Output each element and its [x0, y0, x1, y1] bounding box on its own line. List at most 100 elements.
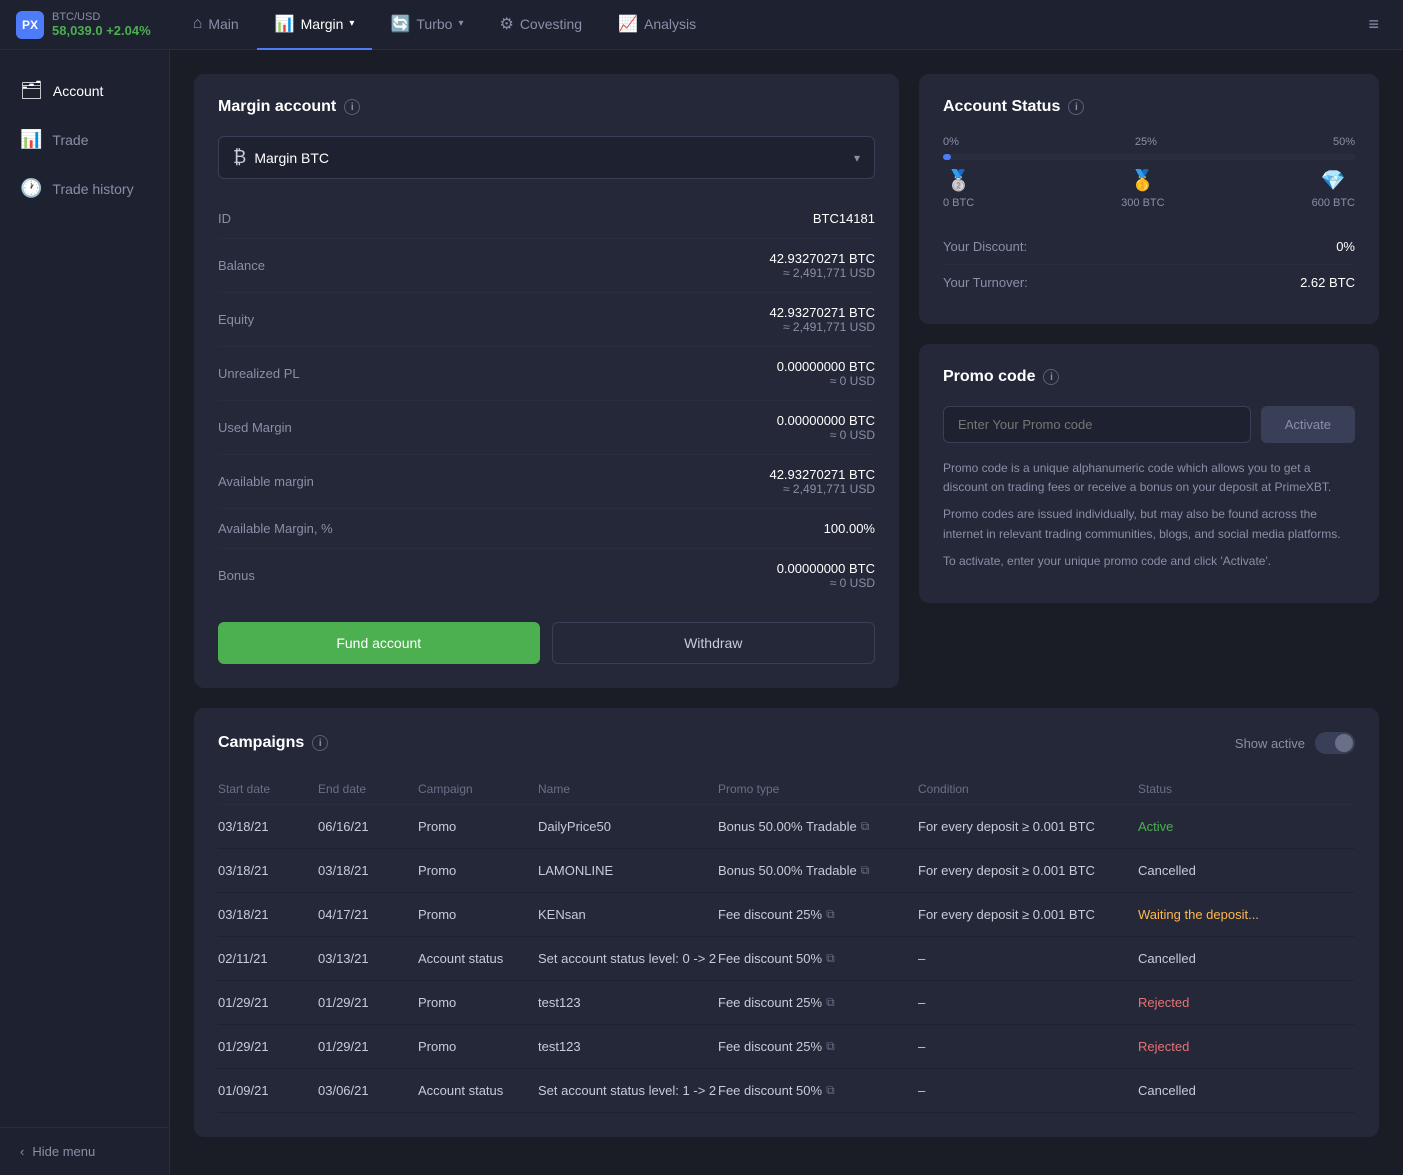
- status-bar-container: 0% 25% 50% 🥈 0 BTC: [943, 136, 1355, 209]
- col-promo-type: Promo type: [718, 782, 918, 796]
- nav-item-covesting[interactable]: ⚙ Covesting: [481, 0, 600, 50]
- cell-condition: For every deposit ≥ 0.001 BTC: [918, 907, 1138, 922]
- table-row[interactable]: 01/29/21 01/29/21 Promo test123 Fee disc…: [218, 981, 1355, 1025]
- top-row: Margin account i ₿ Margin BTC ▾ ID BTC14…: [194, 74, 1379, 688]
- cell-promo-type: Fee discount 25% ⧉: [718, 995, 918, 1010]
- account-action-buttons: Fund account Withdraw: [218, 622, 875, 664]
- external-link-icon[interactable]: ⧉: [861, 863, 870, 878]
- fund-account-button[interactable]: Fund account: [218, 622, 540, 664]
- nav-item-turbo[interactable]: 🔄 Turbo ▾: [372, 0, 481, 50]
- table-row[interactable]: 01/09/21 03/06/21 Account status Set acc…: [218, 1069, 1355, 1113]
- logo[interactable]: PX BTC/USD 58,039.0 +2.04%: [16, 11, 151, 39]
- status-bar-labels: 0% 25% 50%: [943, 136, 1355, 148]
- show-active-label: Show active: [1235, 736, 1305, 751]
- account-selector-dropdown[interactable]: ₿ Margin BTC ▾: [218, 136, 875, 179]
- selected-account: Margin BTC: [254, 150, 846, 166]
- promo-code-input[interactable]: [943, 406, 1251, 443]
- col-end-date: End date: [318, 782, 418, 796]
- field-value-used-margin-usd: ≈ 0 USD: [777, 428, 875, 442]
- external-link-icon[interactable]: ⧉: [861, 819, 870, 834]
- topnav: PX BTC/USD 58,039.0 +2.04% ⌂ Main 📊 Marg…: [0, 0, 1403, 50]
- nav-item-analysis[interactable]: 📈 Analysis: [600, 0, 714, 50]
- tier-0-icon: 🥈: [946, 168, 971, 193]
- turnover-label: Your Turnover:: [943, 275, 1028, 290]
- field-value-id: BTC14181: [813, 211, 875, 226]
- cell-condition: –: [918, 995, 1138, 1010]
- external-link-icon[interactable]: ⧉: [826, 1083, 835, 1098]
- cell-end-date: 01/29/21: [318, 1039, 418, 1054]
- promo-desc-3: To activate, enter your unique promo cod…: [943, 552, 1355, 571]
- field-label-balance: Balance: [218, 258, 265, 273]
- cell-campaign: Promo: [418, 863, 538, 878]
- account-status-info-icon[interactable]: i: [1068, 99, 1084, 115]
- withdraw-button[interactable]: Withdraw: [552, 622, 876, 664]
- cell-name: test123: [538, 1039, 718, 1054]
- cell-campaign: Account status: [418, 951, 538, 966]
- promo-code-info-icon[interactable]: i: [1043, 369, 1059, 385]
- cell-condition: –: [918, 1083, 1138, 1098]
- campaigns-title: Campaigns i: [218, 734, 328, 752]
- field-value-balance-btc: 42.93270271 BTC: [769, 251, 875, 266]
- tier-2-pct: 50%: [1333, 136, 1355, 148]
- cell-start-date: 01/29/21: [218, 1039, 318, 1054]
- account-fields: ID BTC14181 Balance 42.93270271 BTC ≈ 2,…: [218, 199, 875, 602]
- cell-end-date: 01/29/21: [318, 995, 418, 1010]
- nav-label-turbo: Turbo: [416, 16, 452, 32]
- chevron-left-icon: ‹: [20, 1144, 24, 1159]
- campaigns-table-body: 03/18/21 06/16/21 Promo DailyPrice50 Bon…: [218, 805, 1355, 1113]
- field-label-used-margin: Used Margin: [218, 420, 292, 435]
- cell-start-date: 03/18/21: [218, 819, 318, 834]
- margin-account-info-icon[interactable]: i: [344, 99, 360, 115]
- covesting-icon: ⚙: [499, 14, 513, 34]
- discount-label: Your Discount:: [943, 239, 1027, 254]
- tier-2-icon: 💎: [1321, 168, 1346, 193]
- tier-0-label: 0 BTC: [943, 197, 974, 209]
- cell-name: Set account status level: 1 -> 2: [538, 1083, 718, 1098]
- external-link-icon[interactable]: ⧉: [826, 1039, 835, 1054]
- turnover-row: Your Turnover: 2.62 BTC: [943, 265, 1355, 300]
- table-row[interactable]: 03/18/21 06/16/21 Promo DailyPrice50 Bon…: [218, 805, 1355, 849]
- cell-status: Cancelled: [1138, 951, 1278, 966]
- sidebar-item-account[interactable]: 🗂 Account: [0, 66, 169, 115]
- nav-item-margin[interactable]: 📊 Margin ▾: [257, 0, 373, 50]
- cell-campaign: Account status: [418, 1083, 538, 1098]
- external-link-icon[interactable]: ⧉: [826, 995, 835, 1010]
- field-available-margin-pct: Available Margin, % 100.00%: [218, 509, 875, 549]
- nav-label-main: Main: [208, 16, 238, 32]
- cell-end-date: 06/16/21: [318, 819, 418, 834]
- tier-1-pct: 25%: [1135, 136, 1157, 148]
- toggle-knob: [1335, 734, 1353, 752]
- external-link-icon[interactable]: ⧉: [826, 951, 835, 966]
- table-row[interactable]: 02/11/21 03/13/21 Account status Set acc…: [218, 937, 1355, 981]
- cell-status: Rejected: [1138, 1039, 1278, 1054]
- hide-menu-button[interactable]: ‹ Hide menu: [0, 1127, 169, 1175]
- sidebar-label-trade-history: Trade history: [52, 181, 133, 197]
- table-row[interactable]: 03/18/21 04/17/21 Promo KENsan Fee disco…: [218, 893, 1355, 937]
- show-active-toggle[interactable]: [1315, 732, 1355, 754]
- field-value-unrealized-pl-btc: 0.00000000 BTC: [777, 359, 875, 374]
- activate-button[interactable]: Activate: [1261, 406, 1355, 443]
- external-link-icon[interactable]: ⧉: [826, 907, 835, 922]
- turbo-chevron-icon: ▾: [458, 18, 463, 29]
- tier-1-label: 300 BTC: [1121, 197, 1164, 209]
- field-label-id: ID: [218, 211, 231, 226]
- nav-item-main[interactable]: ⌂ Main: [175, 0, 257, 50]
- cell-campaign: Promo: [418, 907, 538, 922]
- col-campaign: Campaign: [418, 782, 538, 796]
- hamburger-icon[interactable]: ≡: [1360, 6, 1387, 43]
- table-row[interactable]: 03/18/21 03/18/21 Promo LAMONLINE Bonus …: [218, 849, 1355, 893]
- campaigns-header: Campaigns i Show active: [218, 732, 1355, 754]
- sidebar-item-trade-history[interactable]: 🕐 Trade history: [0, 164, 169, 213]
- cell-status: Rejected: [1138, 995, 1278, 1010]
- cell-promo-type: Bonus 50.00% Tradable ⧉: [718, 863, 918, 878]
- campaigns-info-icon[interactable]: i: [312, 735, 328, 751]
- margin-account-title: Margin account i: [218, 98, 875, 116]
- field-value-bonus-usd: ≈ 0 USD: [777, 576, 875, 590]
- main-content: Margin account i ₿ Margin BTC ▾ ID BTC14…: [170, 50, 1403, 1175]
- cell-end-date: 03/13/21: [318, 951, 418, 966]
- table-row[interactable]: 01/29/21 01/29/21 Promo test123 Fee disc…: [218, 1025, 1355, 1069]
- field-bonus: Bonus 0.00000000 BTC ≈ 0 USD: [218, 549, 875, 602]
- promo-input-row: Activate: [943, 406, 1355, 443]
- sidebar-item-trade[interactable]: 📊 Trade: [0, 115, 169, 164]
- ticker-price: 58,039.0 +2.04%: [52, 23, 151, 38]
